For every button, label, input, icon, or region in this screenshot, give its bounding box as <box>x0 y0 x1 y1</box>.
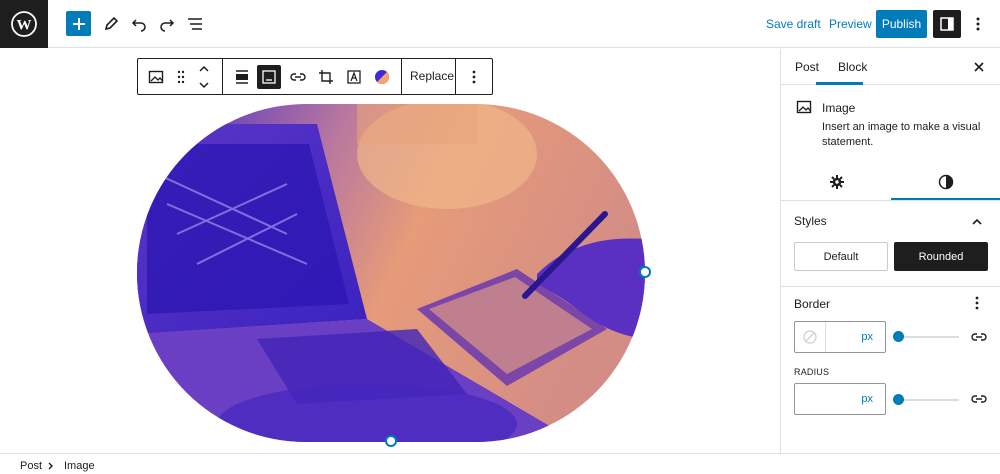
chevron-up-icon <box>972 218 982 225</box>
toolbar-divider <box>401 59 402 94</box>
breadcrumb-item-image[interactable]: Image <box>64 460 95 472</box>
border-heading: Border <box>794 297 831 311</box>
radius-link-button[interactable] <box>969 389 989 409</box>
no-color-icon <box>803 330 817 344</box>
styles-heading: Styles <box>794 214 827 228</box>
pencil-icon <box>104 16 119 31</box>
close-icon <box>974 62 984 72</box>
editor-canvas: Replace <box>0 49 780 453</box>
style-default-button[interactable]: Default <box>794 242 888 271</box>
radius-unit-label[interactable]: px <box>861 393 873 405</box>
more-vertical-icon <box>472 70 476 84</box>
radius-slider-thumb[interactable] <box>893 394 904 405</box>
image-icon <box>148 70 164 84</box>
breadcrumb: Post Image <box>0 453 1000 474</box>
inspector-subtabs <box>781 162 1000 201</box>
chevron-right-icon <box>48 462 53 470</box>
caption-icon <box>262 70 276 84</box>
styles-tab[interactable] <box>938 174 954 190</box>
styles-collapse-button[interactable] <box>971 214 987 226</box>
block-toolbar: Replace <box>137 58 493 95</box>
link-icon <box>290 73 306 81</box>
link-button[interactable] <box>286 65 310 89</box>
replace-button[interactable]: Replace <box>410 69 454 83</box>
move-up-button[interactable] <box>192 61 216 77</box>
align-icon <box>236 70 248 84</box>
block-title: Image <box>822 101 856 115</box>
border-unit-label[interactable]: px <box>861 331 873 343</box>
toolbar-divider <box>222 59 223 94</box>
image-icon <box>796 100 812 114</box>
list-view-button[interactable] <box>181 10 209 38</box>
add-block-button[interactable] <box>66 11 91 36</box>
link-icon <box>971 395 987 403</box>
more-vertical-icon <box>976 17 980 31</box>
text-overlay-icon <box>347 70 361 84</box>
svg-text:W: W <box>17 18 32 34</box>
wordpress-logo-icon[interactable]: W <box>0 0 48 48</box>
duotone-image <box>137 104 645 442</box>
breadcrumb-item-post[interactable]: Post <box>20 460 42 472</box>
tab-block[interactable]: Block <box>838 60 867 74</box>
more-vertical-icon <box>975 296 979 310</box>
border-color-button[interactable] <box>795 322 826 352</box>
crop-button[interactable] <box>314 65 338 89</box>
save-draft-button[interactable]: Save draft <box>766 17 821 31</box>
resize-handle-bottom[interactable] <box>385 435 397 447</box>
options-menu-button[interactable] <box>966 10 990 38</box>
settings-toggle-button[interactable] <box>933 10 961 38</box>
redo-icon <box>160 19 175 32</box>
active-subtab-indicator <box>891 198 1000 200</box>
radius-field[interactable]: px <box>794 383 886 415</box>
style-rounded-button[interactable]: Rounded <box>894 242 988 271</box>
gear-icon <box>830 175 844 189</box>
radius-label: RADIUS <box>794 367 830 377</box>
sidebar-icon <box>940 17 954 31</box>
redo-button[interactable] <box>153 10 181 38</box>
border-link-button[interactable] <box>969 327 989 347</box>
border-options-button[interactable] <box>975 296 981 310</box>
settings-tab[interactable] <box>829 174 845 190</box>
sidebar-tabs: Post Block <box>781 49 1000 85</box>
active-tab-indicator <box>816 82 863 85</box>
border-width-slider[interactable] <box>899 336 959 338</box>
radius-slider[interactable] <box>899 399 959 401</box>
drag-handle-icon <box>177 70 185 84</box>
top-toolbar: W Save draft Preview Publish <box>0 0 1000 48</box>
undo-button[interactable] <box>125 10 153 38</box>
move-up-icon <box>199 65 209 72</box>
align-button[interactable] <box>230 65 254 89</box>
toolbar-divider <box>455 59 456 94</box>
drag-handle[interactable] <box>169 65 193 89</box>
link-icon <box>971 333 987 341</box>
image-block[interactable] <box>137 104 645 442</box>
duotone-button[interactable] <box>370 65 394 89</box>
move-down-icon <box>199 82 209 89</box>
border-slider-thumb[interactable] <box>893 331 904 342</box>
block-card: Image Insert an image to make a visual s… <box>781 86 1000 162</box>
undo-icon <box>131 19 146 32</box>
move-down-button[interactable] <box>192 77 216 93</box>
block-description: Insert an image to make a visual stateme… <box>822 121 981 148</box>
text-overlay-button[interactable] <box>342 65 366 89</box>
section-divider <box>781 286 1000 287</box>
publish-button[interactable]: Publish <box>876 10 927 38</box>
close-sidebar-button[interactable] <box>969 57 989 77</box>
duotone-icon <box>375 70 389 84</box>
plus-icon <box>72 17 85 30</box>
block-options-button[interactable] <box>462 65 486 89</box>
list-view-icon <box>188 18 202 30</box>
tab-post[interactable]: Post <box>795 60 819 74</box>
editor-app: W Save draft Preview Publish Replace Pos… <box>0 0 1000 474</box>
crop-icon <box>319 70 333 84</box>
resize-handle-right[interactable] <box>639 266 651 278</box>
block-type-button[interactable] <box>144 65 168 89</box>
preview-button[interactable]: Preview <box>829 17 872 31</box>
border-width-field[interactable]: px <box>794 321 886 353</box>
settings-sidebar: Post Block Image Insert an image to make… <box>780 49 1000 453</box>
contrast-icon <box>938 174 954 190</box>
tools-button[interactable] <box>97 10 125 38</box>
caption-button[interactable] <box>257 65 281 89</box>
